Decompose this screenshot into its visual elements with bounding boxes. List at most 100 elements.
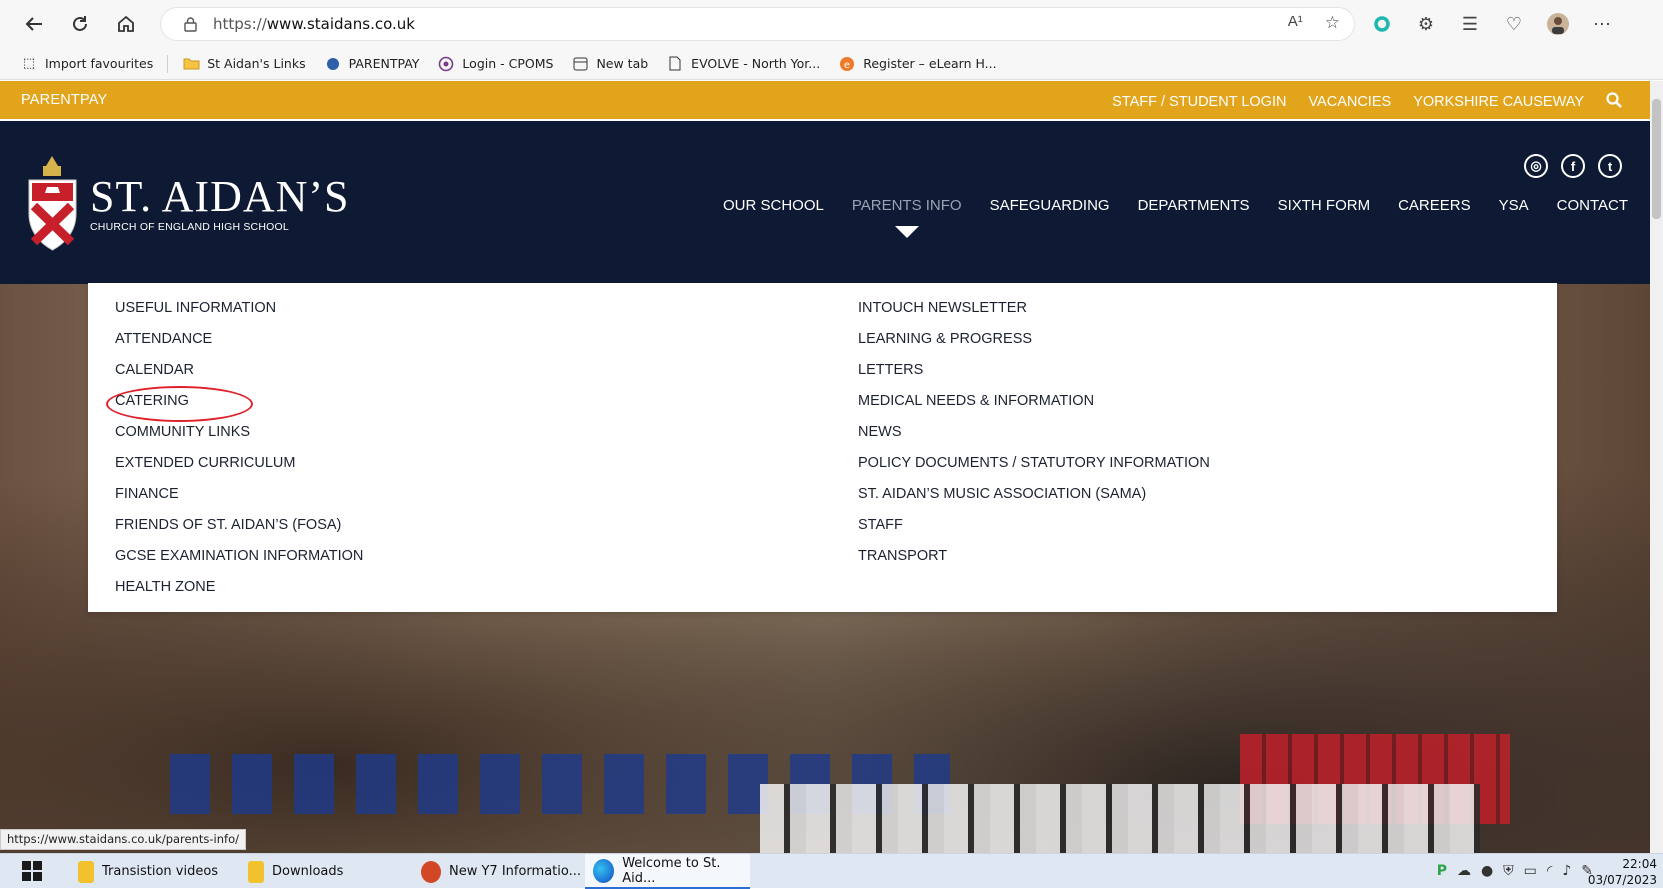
favourite-elearn[interactable]: e Register – eLearn H... — [838, 56, 997, 72]
menu-letters[interactable]: LETTERS — [858, 362, 1210, 393]
favourite-import[interactable]: ⬚ Import favourites — [20, 56, 153, 72]
refresh-icon[interactable] — [60, 4, 100, 44]
clock-time: 22:04 — [1622, 857, 1657, 871]
favourite-star-icon[interactable]: ☆ — [1325, 13, 1340, 33]
browser-toolbar: https://www.staidans.co.uk A¹ ☆ ⚙ ☰ ♡ ⋯ — [0, 0, 1663, 48]
onedrive-icon[interactable]: ☁ — [1457, 863, 1471, 879]
cpoms-icon — [437, 56, 455, 72]
site-header: ST. AIDAN’S CHURCH OF ENGLAND HIGH SCHOO… — [0, 121, 1650, 284]
parentpay-icon — [324, 56, 342, 72]
favourites-list-icon[interactable]: ☰ — [1458, 12, 1482, 36]
menu-fosa[interactable]: FRIENDS OF ST. AIDAN’S (FOSA) — [115, 517, 363, 548]
elearn-icon: e — [838, 56, 856, 72]
profile-avatar[interactable] — [1546, 12, 1570, 36]
browser-essentials-icon[interactable]: ♡ — [1502, 12, 1526, 36]
favourite-parentpay[interactable]: PARENTPAY — [324, 56, 419, 72]
volume-icon[interactable]: ♪ — [1562, 863, 1571, 879]
menu-news[interactable]: NEWS — [858, 424, 1210, 455]
extensions-area: ⚙ ☰ ♡ ⋯ — [1370, 4, 1614, 44]
menu-intouch-newsletter[interactable]: INTOUCH NEWSLETTER — [858, 300, 1210, 331]
instagram-icon[interactable]: ◎ — [1524, 154, 1548, 178]
menu-policy-documents[interactable]: POLICY DOCUMENTS / STATUTORY INFORMATION — [858, 455, 1210, 486]
taskbar-item-downloads[interactable]: Downloads — [240, 854, 351, 889]
taskbar-item-transition-videos[interactable]: Transistion videos — [70, 854, 226, 889]
windows-start-icon[interactable] — [22, 861, 42, 881]
taskbar-item-powerpoint[interactable]: New Y7 Informatio... — [413, 854, 589, 889]
search-icon[interactable] — [1606, 92, 1622, 112]
favourite-evolve[interactable]: EVOLVE - North Yor... — [666, 56, 820, 72]
nav-ysa[interactable]: YSA — [1499, 197, 1529, 214]
security-icon[interactable]: ⛨ — [1503, 863, 1514, 879]
import-icon: ⬚ — [22, 56, 36, 71]
menu-transport[interactable]: TRANSPORT — [858, 548, 1210, 579]
menu-staff[interactable]: STAFF — [858, 517, 1210, 548]
staff-student-login-link[interactable]: STAFF / STUDENT LOGIN — [1112, 94, 1286, 110]
menu-calendar[interactable]: CALENDAR — [115, 362, 363, 393]
page-scrollbar[interactable] — [1650, 81, 1663, 853]
edge-browser-icon — [593, 858, 615, 883]
nav-parents-info[interactable]: PARENTS INFO — [852, 197, 962, 238]
lock-icon[interactable] — [183, 16, 197, 32]
extensions-puzzle-icon[interactable]: ⚙ — [1414, 12, 1438, 36]
extension-ring-icon[interactable] — [1370, 12, 1394, 36]
main-navigation: OUR SCHOOL PARENTS INFO SAFEGUARDING DEP… — [723, 197, 1628, 238]
taskbar-item-edge[interactable]: Welcome to St. Aid... — [585, 854, 750, 889]
yorkshire-causeway-link[interactable]: YORKSHIRE CAUSEWAY — [1413, 94, 1584, 110]
more-menu-icon[interactable]: ⋯ — [1590, 12, 1614, 36]
parentpay-link[interactable]: PARENTPAY — [21, 92, 107, 108]
school-name: ST. AIDAN’S — [90, 172, 350, 221]
twitter-icon[interactable]: t — [1598, 154, 1622, 178]
menu-sama[interactable]: ST. AIDAN’S MUSIC ASSOCIATION (SAMA) — [858, 486, 1210, 517]
windows-taskbar: Transistion videos Downloads New Y7 Info… — [0, 853, 1663, 889]
menu-catering[interactable]: CATERING — [106, 386, 363, 424]
favourite-label: St Aidan's Links — [207, 56, 306, 71]
menu-community-links[interactable]: COMMUNITY LINKS — [115, 424, 363, 455]
folder-icon — [182, 56, 200, 72]
wifi-icon[interactable]: ◜ — [1547, 863, 1552, 879]
scrollbar-thumb[interactable] — [1652, 99, 1661, 219]
favourite-label: EVOLVE - North Yor... — [691, 56, 821, 71]
menu-gcse-examination[interactable]: GCSE EXAMINATION INFORMATION — [115, 548, 363, 579]
url-scheme: https:// — [213, 15, 267, 33]
system-tray: P ☁ ● ⛨ ▭ ◜ ♪ ✎ — [1437, 863, 1593, 879]
tray-app-icon[interactable]: P — [1437, 863, 1447, 879]
address-bar[interactable]: https://www.staidans.co.uk A¹ ☆ — [160, 7, 1355, 41]
nav-our-school[interactable]: OUR SCHOOL — [723, 197, 824, 214]
school-subtitle: CHURCH OF ENGLAND HIGH SCHOOL — [90, 221, 289, 233]
nav-careers[interactable]: CAREERS — [1398, 197, 1471, 214]
nav-departments[interactable]: DEPARTMENTS — [1138, 197, 1250, 214]
menu-finance[interactable]: FINANCE — [115, 486, 363, 517]
menu-medical-needs[interactable]: MEDICAL NEEDS & INFORMATION — [858, 393, 1210, 424]
menu-learning-progress[interactable]: LEARNING & PROGRESS — [858, 331, 1210, 362]
menu-attendance[interactable]: ATTENDANCE — [115, 331, 363, 362]
menu-extended-curriculum[interactable]: EXTENDED CURRICULUM — [115, 455, 363, 486]
back-icon[interactable] — [14, 4, 54, 44]
nav-sixth-form[interactable]: SIXTH FORM — [1278, 197, 1371, 214]
powerpoint-icon — [421, 860, 441, 883]
nav-contact[interactable]: CONTACT — [1557, 197, 1628, 214]
parents-info-dropdown: USEFUL INFORMATION ATTENDANCE CALENDAR C… — [88, 283, 1557, 612]
taskbar-clock[interactable]: 22:04 03/07/2023 — [1588, 856, 1657, 888]
menu-useful-information[interactable]: USEFUL INFORMATION — [115, 300, 363, 331]
favourite-label: New tab — [596, 56, 649, 71]
home-icon[interactable] — [106, 4, 146, 44]
read-aloud-icon[interactable]: A¹ — [1288, 13, 1303, 33]
website-viewport: PARENTPAY STAFF / STUDENT LOGIN VACANCIE… — [0, 81, 1650, 853]
folder-icon — [78, 860, 94, 883]
utility-bar: PARENTPAY STAFF / STUDENT LOGIN VACANCIE… — [0, 81, 1650, 119]
downloads-folder-icon — [248, 860, 264, 883]
favourite-cpoms[interactable]: Login - CPOMS — [437, 56, 553, 72]
teams-icon[interactable]: ● — [1481, 863, 1493, 879]
nav-safeguarding[interactable]: SAFEGUARDING — [990, 197, 1110, 214]
menu-health-zone[interactable]: HEALTH ZONE — [115, 579, 363, 610]
favourite-new-tab[interactable]: New tab — [571, 56, 648, 72]
vacancies-link[interactable]: VACANCIES — [1308, 94, 1391, 110]
school-logo[interactable]: ST. AIDAN’S CHURCH OF ENGLAND HIGH SCHOO… — [25, 154, 350, 254]
status-bar-url: https://www.staidans.co.uk/parents-info/ — [0, 829, 246, 850]
facebook-icon[interactable]: f — [1561, 154, 1585, 178]
dropdown-caret-icon — [894, 226, 919, 238]
favourite-folder[interactable]: St Aidan's Links — [182, 56, 306, 72]
battery-icon[interactable]: ▭ — [1524, 863, 1537, 879]
svg-text:e: e — [844, 60, 850, 71]
url-text[interactable]: https://www.staidans.co.uk — [213, 15, 415, 33]
